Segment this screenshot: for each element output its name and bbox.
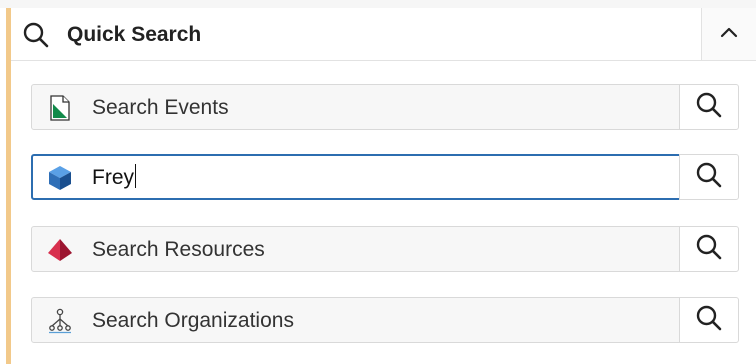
organizations-search-field[interactable]: Search Organizations [31,297,681,343]
spaces-search-input[interactable]: Frey [31,154,681,200]
search-icon [696,305,722,336]
resources-search-button[interactable] [679,226,739,272]
spaces-search-value-wrap: Frey [92,164,136,190]
organizations-search-button[interactable] [679,297,739,343]
text-caret [135,164,136,189]
accent-bar [6,8,11,364]
search-icon [696,92,722,123]
resources-search-placeholder: Search Resources [92,238,265,261]
top-strip [0,0,756,8]
events-document-icon [46,94,74,122]
search-icon [23,22,49,48]
blue-cube-icon [46,164,74,192]
search-icon [696,234,722,265]
spaces-search-row: Frey [31,154,739,200]
spaces-search-button[interactable] [679,154,739,200]
spaces-search-value: Frey [92,166,134,189]
chevron-up-icon [720,25,738,43]
panel-header: Quick Search [11,8,756,61]
events-search-placeholder: Search Events [92,96,229,119]
events-search-row: Search Events [31,84,739,130]
org-chart-icon [46,307,74,335]
events-search-field[interactable]: Search Events [31,84,681,130]
collapse-button[interactable] [701,8,756,60]
panel-title: Quick Search [67,23,202,46]
resources-search-row: Search Resources [31,226,739,272]
organizations-search-placeholder: Search Organizations [92,309,294,332]
search-icon [696,162,722,193]
resources-search-field[interactable]: Search Resources [31,226,681,272]
events-search-button[interactable] [679,84,739,130]
organizations-search-row: Search Organizations [31,297,739,343]
red-pyramid-icon [46,236,74,264]
